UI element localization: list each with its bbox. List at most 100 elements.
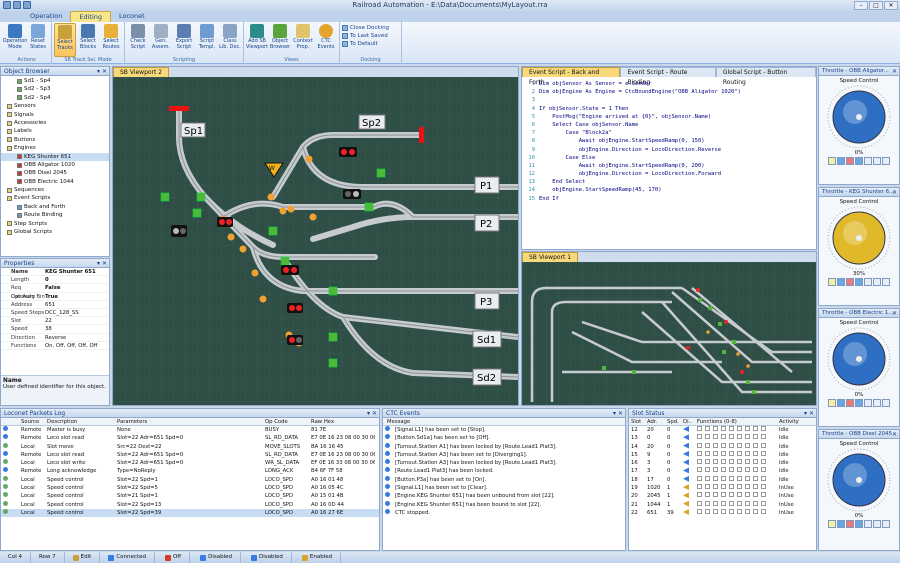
function-checkbox[interactable] [705, 508, 710, 514]
col-functions[interactable]: Functions (0-8) [695, 418, 777, 425]
function-checkbox[interactable] [729, 467, 734, 473]
function-checkbox[interactable] [721, 492, 726, 498]
function-f2-icon[interactable] [873, 278, 881, 286]
property-row[interactable]: Speed 38 [1, 325, 109, 334]
function-checkbox[interactable] [713, 442, 718, 448]
light-icon[interactable] [828, 278, 836, 286]
property-row[interactable]: Name KEG Shunter 651 [1, 268, 109, 277]
signal-head[interactable] [217, 217, 233, 227]
function-checkbox[interactable] [761, 484, 766, 490]
ctc-event-row[interactable]: [Button.P3a] has been set to [On]. [383, 475, 625, 484]
function-checkbox[interactable] [721, 426, 726, 431]
tab-sb-viewport-1[interactable]: SB Viewport 1 [522, 252, 579, 262]
status-indicator[interactable]: Off [157, 552, 191, 563]
export-script-button[interactable]: Export Script [173, 23, 195, 57]
gen-assem-button[interactable]: Gen. Assem. [150, 23, 172, 57]
col-source[interactable]: Source [19, 418, 45, 425]
function-f3-icon[interactable] [882, 157, 890, 165]
function-checkbox[interactable] [721, 459, 726, 465]
function-checkbox[interactable] [753, 492, 758, 498]
function-checkbox[interactable] [697, 459, 702, 465]
status-indicator[interactable]: Disabled [192, 552, 241, 563]
function-checkbox[interactable] [705, 484, 710, 490]
log-row[interactable]: Local Speed control Slot=22 Spd=13 LOCO_SPD… [1, 500, 379, 509]
function-checkbox[interactable] [721, 484, 726, 490]
sensor-block[interactable] [328, 358, 338, 368]
slot-row[interactable]: 17 3 0 Idle [629, 467, 816, 475]
function-checkbox[interactable] [729, 442, 734, 448]
close-icon[interactable]: ✕ [892, 67, 897, 76]
sensor-block[interactable] [192, 208, 202, 218]
property-row[interactable]: Slot 22 [1, 317, 109, 326]
function-checkbox[interactable] [697, 434, 702, 440]
col-slot[interactable]: Slot [629, 418, 645, 425]
function-f1-icon[interactable] [864, 520, 872, 528]
function-checkbox[interactable] [737, 442, 742, 448]
close-icon[interactable]: ✕ [884, 1, 898, 10]
function-checkbox[interactable] [721, 475, 726, 481]
function-checkbox[interactable] [745, 484, 750, 490]
ctc-event-row[interactable]: [Engine.KEG Shunter 651] has been bound … [383, 500, 625, 509]
undo-icon[interactable] [23, 1, 31, 9]
sensor-block[interactable] [376, 168, 386, 178]
tree-item[interactable]: Sd2 - Sp4 [1, 94, 109, 102]
function-checkbox[interactable] [737, 459, 742, 465]
status-indicator[interactable]: Disabled [243, 552, 292, 563]
function-checkbox[interactable] [721, 467, 726, 473]
function-checkbox[interactable] [745, 475, 750, 481]
tree-item[interactable]: Accessories [1, 119, 109, 127]
function-checkbox[interactable] [737, 500, 742, 506]
function-checkbox[interactable] [729, 508, 734, 514]
function-f1-icon[interactable] [864, 157, 872, 165]
col-parameters[interactable]: Parameters [115, 418, 263, 425]
ctc-event-row[interactable]: [Button.Sd1a] has been set to [Off]. [383, 434, 625, 442]
function-checkbox[interactable] [737, 508, 742, 514]
log-row[interactable]: Local Speed control Slot=22 Spd=39 LOCO_SPD… [1, 508, 379, 518]
signal-head[interactable] [339, 147, 357, 157]
function-checkbox[interactable] [697, 500, 702, 506]
select-blocks-button[interactable]: Select Blocks [77, 23, 99, 57]
function-checkbox[interactable] [737, 484, 742, 490]
bumper-sp2[interactable] [419, 127, 424, 143]
function-checkbox[interactable] [729, 450, 734, 456]
function-checkbox[interactable] [705, 434, 710, 440]
sensor-block[interactable] [364, 202, 374, 212]
check-script-button[interactable]: Check Script [127, 23, 149, 57]
sensor-block[interactable] [268, 226, 278, 236]
operation-mode-button[interactable]: Operation Mode [3, 23, 27, 57]
tree-item[interactable]: Sd2 - Sp3 [1, 85, 109, 93]
function-f2-icon[interactable] [873, 399, 881, 407]
function-checkbox[interactable] [761, 500, 766, 506]
function-checkbox[interactable] [713, 459, 718, 465]
tree-item[interactable]: OBB Aligator 1020 [1, 161, 109, 169]
col-description[interactable]: Description [45, 418, 115, 425]
function-checkbox[interactable] [697, 475, 702, 481]
function-checkbox[interactable] [753, 426, 758, 431]
to-last-saved-button[interactable]: To Last Saved [342, 32, 399, 40]
col-spd[interactable]: Spd. [665, 418, 681, 425]
ctc-event-row[interactable]: [Route.Lead1 Plat3] has been locked. [383, 467, 625, 475]
signal-head[interactable] [343, 189, 361, 199]
function-checkbox[interactable] [713, 426, 718, 431]
sensor-block[interactable] [160, 192, 170, 202]
function-checkbox[interactable] [729, 426, 734, 431]
status-indicator[interactable]: Enabled [294, 552, 342, 563]
function-checkbox[interactable] [737, 426, 742, 431]
turnout-point[interactable] [259, 295, 267, 303]
function-checkbox[interactable] [745, 508, 750, 514]
log-row[interactable]: Local Speed control Slot=22 Spd=5 LOCO_SPD A… [1, 484, 379, 492]
tab-global-script-button-routing[interactable]: Global Script - Button Routing [715, 67, 816, 86]
tree-item[interactable]: Event Scripts [1, 194, 109, 202]
log-row[interactable]: Local Speed control Slot=21 Spd=1 LOCO_SPD A… [1, 492, 379, 500]
stop-icon[interactable] [846, 278, 854, 286]
function-checkbox[interactable] [721, 434, 726, 440]
tree-item[interactable]: Sensors [1, 102, 109, 110]
slot-row[interactable]: 21 1044 1 InUse [629, 500, 816, 509]
slot-row[interactable]: 15 9 0 Idle [629, 450, 816, 459]
tree-item[interactable]: Sequences [1, 186, 109, 194]
function-checkbox[interactable] [745, 467, 750, 473]
tab-loconet[interactable]: Loconet [111, 11, 153, 22]
close-icon[interactable]: ✕ [892, 188, 897, 197]
turnout-point[interactable] [227, 233, 235, 241]
function-checkbox[interactable] [753, 434, 758, 440]
